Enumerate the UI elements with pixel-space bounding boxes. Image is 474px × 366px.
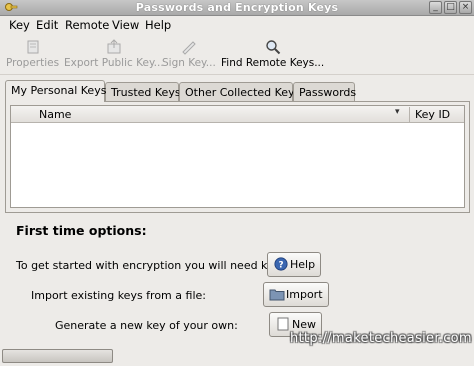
maximize-button[interactable]: □ xyxy=(444,1,457,14)
tab-passwords[interactable]: Passwords xyxy=(293,82,357,101)
column-separator xyxy=(409,107,410,122)
find-remote-keys-button[interactable]: Find Remote Keys... xyxy=(221,39,324,69)
sort-arrow-icon[interactable]: ▾ xyxy=(395,107,400,117)
menu-help[interactable]: Help xyxy=(145,18,171,32)
help-button-label: Help xyxy=(290,258,316,271)
export-icon xyxy=(107,39,121,54)
close-button[interactable]: × xyxy=(459,1,472,14)
title-bar: Passwords and Encryption Keys _ □ × xyxy=(0,0,474,16)
export-public-key-button[interactable]: Export Public Key... xyxy=(64,39,164,69)
menu-remote[interactable]: Remote xyxy=(65,18,109,32)
menu-bar: Key Edit Remote View Help xyxy=(0,16,474,34)
sign-key-label: Sign Key... xyxy=(162,57,216,69)
folder-icon xyxy=(269,289,285,301)
help-button[interactable]: ? Help xyxy=(267,252,322,277)
find-remote-keys-label: Find Remote Keys... xyxy=(221,57,325,69)
list-header: Name ▾ Key ID xyxy=(11,106,464,123)
help-icon: ? xyxy=(274,257,288,271)
sign-icon xyxy=(182,41,196,55)
find-icon xyxy=(265,40,280,55)
toolbar: Properties Export Public Key... Sign Key… xyxy=(0,35,474,75)
tab-my-personal-keys[interactable]: My Personal Keys xyxy=(5,80,107,102)
column-name[interactable]: Name xyxy=(39,108,71,121)
import-button[interactable]: Import xyxy=(263,282,329,307)
tab-other-collected-keys[interactable]: Other Collected Keys xyxy=(179,82,300,101)
tab-label: My Personal Keys xyxy=(11,84,107,97)
import-prompt: Import existing keys from a file: xyxy=(31,289,206,302)
sign-key-button[interactable]: Sign Key... xyxy=(162,39,216,69)
menu-key[interactable]: Key xyxy=(9,18,30,32)
horizontal-scrollbar[interactable] xyxy=(2,349,113,363)
properties-button[interactable]: Properties xyxy=(6,39,59,69)
watermark: http://maketecheasier.com xyxy=(290,331,472,346)
properties-label: Properties xyxy=(6,57,60,69)
window-title: Passwords and Encryption Keys xyxy=(135,1,339,14)
new-document-icon xyxy=(277,317,289,331)
new-key-prompt: Generate a new key of your own: xyxy=(55,319,238,332)
keys-list[interactable]: Name ▾ Key ID xyxy=(10,105,465,208)
tab-label: Passwords xyxy=(299,86,357,99)
properties-icon xyxy=(27,40,39,54)
minimize-button[interactable]: _ xyxy=(429,1,442,14)
tab-trusted-keys[interactable]: Trusted Keys xyxy=(105,82,181,101)
new-button-label: New xyxy=(292,318,316,331)
import-button-label: Import xyxy=(286,288,323,301)
export-public-key-label: Export Public Key... xyxy=(64,57,164,69)
tab-panel: Name ▾ Key ID xyxy=(5,101,470,213)
first-time-title: First time options: xyxy=(16,223,147,238)
help-prompt: To get started with encryption you will … xyxy=(16,259,290,272)
tab-label: Trusted Keys xyxy=(111,86,181,99)
column-key-id[interactable]: Key ID xyxy=(415,108,450,121)
first-time-options: First time options: To get started with … xyxy=(5,213,470,345)
tab-label: Other Collected Keys xyxy=(185,86,301,99)
menu-edit[interactable]: Edit xyxy=(36,18,58,32)
svg-text:?: ? xyxy=(278,261,283,271)
menu-view[interactable]: View xyxy=(112,18,139,32)
